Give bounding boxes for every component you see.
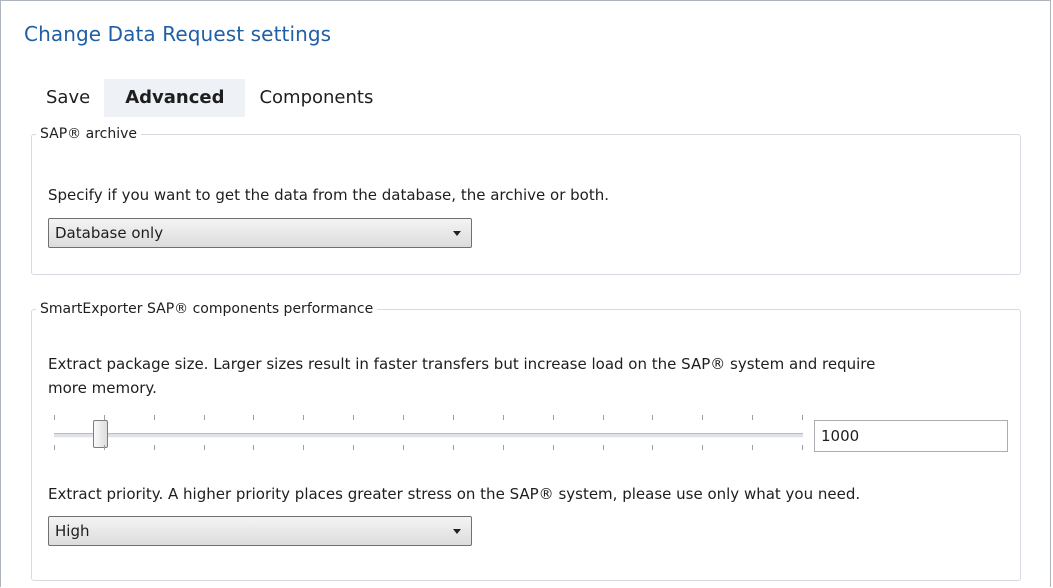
package-size-slider[interactable] (54, 409, 803, 455)
page-title: Change Data Request settings (24, 22, 332, 46)
slider-thumb[interactable] (93, 420, 108, 448)
slider-tick (503, 415, 504, 420)
slider-tick (652, 415, 653, 420)
tab-bar: Save Advanced Components (32, 79, 387, 117)
performance-legend: SmartExporter SAP® components performanc… (40, 301, 374, 317)
slider-tick (752, 415, 753, 420)
slider-tick (104, 415, 105, 420)
slider-tick (702, 445, 703, 450)
slider-tick (802, 415, 803, 420)
slider-tick (553, 415, 554, 420)
slider-tick (353, 445, 354, 450)
slider-tick (603, 415, 604, 420)
slider-track (54, 433, 803, 438)
slider-tick (453, 415, 454, 420)
settings-window: Change Data Request settings Save Advanc… (0, 0, 1051, 587)
slider-tick (453, 445, 454, 450)
slider-tick (303, 415, 304, 420)
slider-tick (802, 445, 803, 450)
slider-tick (652, 445, 653, 450)
package-size-description-line1: Extract package size. Larger sizes resul… (48, 355, 876, 373)
slider-tick (253, 415, 254, 420)
slider-tick (752, 445, 753, 450)
priority-value: High (55, 522, 90, 540)
priority-dropdown[interactable]: High (48, 516, 472, 546)
package-size-input[interactable]: 1000 (814, 420, 1008, 452)
chevron-down-icon (453, 529, 461, 534)
tab-advanced[interactable]: Advanced (104, 79, 246, 117)
slider-tick (204, 415, 205, 420)
tab-components[interactable]: Components (245, 79, 387, 117)
slider-tick (603, 445, 604, 450)
slider-tick (204, 445, 205, 450)
slider-tick (54, 445, 55, 450)
slider-tick (702, 415, 703, 420)
package-size-description-line2: more memory. (48, 379, 157, 397)
slider-tick (154, 445, 155, 450)
tab-save[interactable]: Save (32, 79, 104, 117)
sap-archive-legend: SAP® archive (40, 126, 138, 142)
chevron-down-icon (453, 231, 461, 236)
slider-tick (403, 415, 404, 420)
slider-tick (303, 445, 304, 450)
slider-tick (353, 415, 354, 420)
archive-description: Specify if you want to get the data from… (48, 186, 609, 204)
archive-source-dropdown[interactable]: Database only (48, 218, 472, 248)
slider-tick (54, 415, 55, 420)
slider-tick (104, 445, 105, 450)
slider-tick (553, 445, 554, 450)
priority-description: Extract priority. A higher priority plac… (48, 485, 861, 503)
slider-tick (403, 445, 404, 450)
archive-source-value: Database only (55, 224, 164, 242)
slider-tick (503, 445, 504, 450)
slider-tick (154, 415, 155, 420)
slider-tick (253, 445, 254, 450)
